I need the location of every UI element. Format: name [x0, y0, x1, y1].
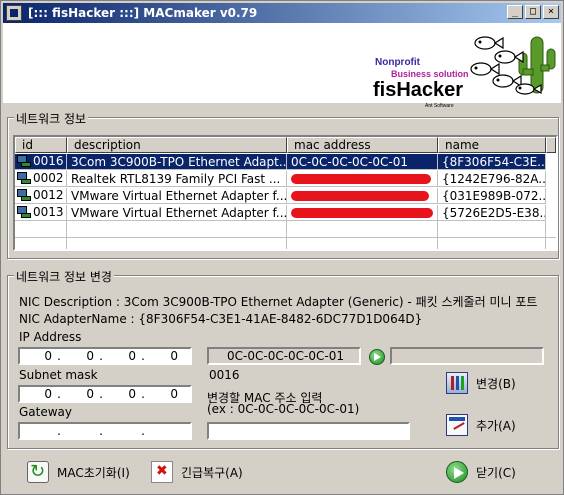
row-description: VMware Virtual Ethernet Adapter f... [67, 204, 287, 221]
change-button-label: 변경(B) [476, 376, 516, 391]
col-description[interactable]: description [67, 137, 287, 153]
row-name: {5726E2D5-E38... [438, 204, 546, 221]
list-header: id description mac address name [15, 137, 556, 153]
network-info-label: 네트워크 정보 [14, 110, 89, 127]
table-row[interactable]: 0013 VMware Virtual Ethernet Adapter f..… [15, 204, 546, 221]
minimize-button[interactable]: _ [507, 5, 523, 19]
table-row[interactable]: 0012 VMware Virtual Ethernet Adapter f..… [15, 187, 546, 204]
window-title: [::: fisHacker :::] MACmaker v0.79 [28, 6, 258, 20]
col-mac-address[interactable]: mac address [287, 137, 438, 153]
subnet-mask-input[interactable]: 0. 0. 0. 0 [18, 385, 192, 403]
mac-maker-window: [::: fisHacker :::] MACmaker v0.79 _ □ × [0, 0, 564, 495]
banner-small-text: Ant Software [425, 103, 454, 109]
network-adapter-icon [17, 188, 31, 202]
row-name: {1242E796-82A... [438, 170, 546, 187]
emergency-restore-button[interactable]: 긴급복구(A) [151, 461, 243, 483]
col-id[interactable]: id [15, 137, 67, 153]
banner: Nonprofit Business solution fisHacker An… [3, 23, 561, 109]
row-mac-redacted [287, 204, 438, 221]
row-description: Realtek RTL8139 Family PCI Fast ... [67, 170, 287, 187]
row-description: 3Com 3C900B-TPO Ethernet Adapt... [67, 153, 287, 170]
nic-description: NIC Description : 3Com 3C900B-TPO Ethern… [19, 295, 538, 309]
col-name[interactable]: name [438, 137, 546, 153]
gateway-input[interactable]: . . . [18, 422, 192, 440]
close-button-label: 닫기(C) [476, 465, 516, 480]
fish-logo-graphic [470, 36, 556, 95]
table-row[interactable]: 0016 3Com 3C900B-TPO Ethernet Adapt... 0… [15, 153, 546, 170]
col-spacer [546, 137, 556, 153]
current-mac-field: 0C-0C-0C-0C-0C-01 [207, 347, 361, 365]
network-adapter-icon [17, 154, 31, 168]
app-icon [6, 5, 22, 21]
title-buttons: _ □ × [507, 5, 559, 19]
row-name: {8F306F54-C3E... [438, 153, 546, 170]
banner-logo-text: fisHacker [373, 79, 464, 101]
row-id: 0012 [33, 188, 64, 202]
device-id-value: 0016 [209, 368, 240, 382]
add-button-label: 추가(A) [476, 418, 516, 433]
emergency-restore-label: 긴급복구(A) [181, 465, 243, 480]
ip-address-label: IP Address [19, 330, 82, 344]
maximize-button[interactable]: □ [525, 5, 541, 19]
row-mac-redacted [287, 170, 438, 187]
banner-business: Business solution [391, 69, 469, 79]
gateway-label: Gateway [19, 405, 73, 419]
arrow-right-icon [446, 461, 468, 483]
network-adapter-icon [17, 171, 31, 185]
refresh-icon [27, 461, 49, 483]
change-icon [446, 372, 468, 394]
restore-icon [151, 461, 173, 483]
empty-grid [15, 221, 556, 249]
network-change-label: 네트워크 정보 변경 [14, 268, 114, 285]
row-id: 0002 [33, 171, 64, 185]
table-row[interactable]: 0002 Realtek RTL8139 Family PCI Fast ...… [15, 170, 546, 187]
row-description: VMware Virtual Ethernet Adapter f... [67, 187, 287, 204]
row-mac: 0C-0C-0C-0C-0C-01 [287, 153, 438, 170]
title-bar[interactable]: [::: fisHacker :::] MACmaker v0.79 _ □ × [3, 3, 561, 23]
subnet-mask-label: Subnet mask [19, 368, 98, 382]
adapter-list[interactable]: id description mac address name 0016 3Co… [13, 135, 558, 251]
add-icon [446, 414, 468, 436]
nic-adapter-name: NIC AdapterName : {8F306F54-C3E1-41AE-84… [19, 312, 423, 326]
new-mac-input[interactable] [207, 422, 410, 440]
close-window-button[interactable]: × [543, 5, 559, 19]
add-button[interactable]: 추가(A) [446, 414, 516, 436]
arrow-right-icon[interactable] [369, 349, 385, 365]
network-adapter-icon [17, 205, 31, 219]
change-button[interactable]: 변경(B) [446, 372, 516, 394]
row-mac-redacted [287, 187, 438, 204]
close-button[interactable]: 닫기(C) [446, 461, 516, 483]
mac-reset-label: MAC초기화(I) [57, 465, 130, 480]
row-id: 0013 [33, 205, 64, 219]
mac-input-example: (ex : 0C-0C-0C-0C-0C-01) [207, 402, 360, 416]
row-id: 0016 [33, 154, 64, 168]
target-mac-field [390, 347, 544, 365]
row-name: {031E989B-072... [438, 187, 546, 204]
mac-reset-button[interactable]: MAC초기화(I) [27, 461, 130, 483]
ip-address-input[interactable]: 0. 0. 0. 0 [18, 347, 192, 365]
banner-nonprofit: Nonprofit [375, 57, 420, 68]
